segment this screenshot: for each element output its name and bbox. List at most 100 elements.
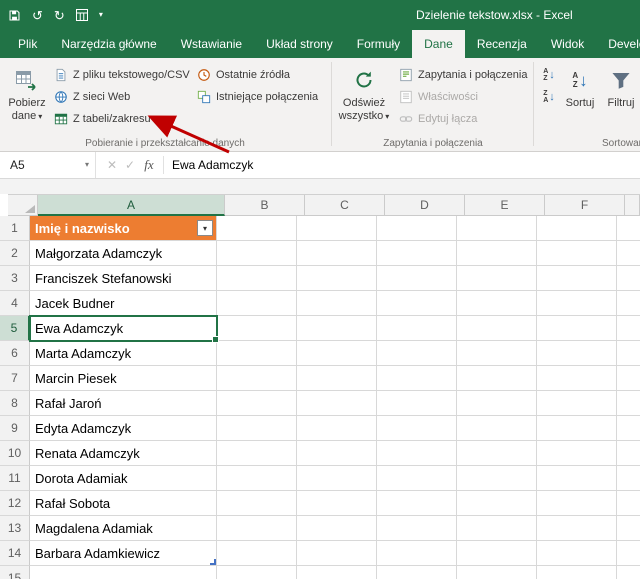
cells-b-f[interactable] bbox=[217, 566, 640, 579]
quick-access-toolbar: ↺ ↻ ▾ bbox=[8, 0, 103, 30]
cell[interactable]: Marta Adamczyk bbox=[30, 341, 217, 366]
sort-descending-button[interactable]: ZA ↓ bbox=[539, 87, 559, 107]
cell[interactable]: Jacek Budner bbox=[30, 291, 217, 316]
ribbon-tab-strip: Plik Narzędzia główne Wstawianie Układ s… bbox=[0, 30, 640, 58]
row-header[interactable]: 15 bbox=[0, 566, 30, 579]
cell[interactable]: Franciszek Stefanowski bbox=[30, 266, 217, 291]
cells-b-f[interactable] bbox=[217, 516, 640, 541]
sheet-row: 4 Jacek Budner bbox=[0, 291, 640, 316]
from-table-range-button[interactable]: Z tabeli/zakresu bbox=[53, 109, 151, 129]
row-header[interactable]: 6 bbox=[0, 341, 30, 366]
row-header[interactable]: 8 bbox=[0, 391, 30, 416]
cell[interactable]: Renata Adamczyk bbox=[30, 441, 217, 466]
from-web-button[interactable]: Z sieci Web bbox=[53, 87, 130, 107]
row-header[interactable]: 9 bbox=[0, 416, 30, 441]
row-header[interactable]: 13 bbox=[0, 516, 30, 541]
name-box-caret-icon[interactable]: ▾ bbox=[85, 152, 89, 178]
name-box[interactable]: A5 ▾ bbox=[0, 152, 96, 178]
existing-connections-button[interactable]: Istniejące połączenia bbox=[196, 87, 318, 107]
cell[interactable]: Magdalena Adamiak bbox=[30, 516, 217, 541]
cells-b-f[interactable] bbox=[217, 291, 640, 316]
tab-wstawianie[interactable]: Wstawianie bbox=[169, 30, 254, 58]
filter-button[interactable]: Filtruj bbox=[602, 61, 640, 110]
save-icon[interactable] bbox=[8, 9, 21, 22]
column-header-a[interactable]: A bbox=[38, 195, 225, 216]
cell[interactable]: Rafał Sobota bbox=[30, 491, 217, 516]
sort-button[interactable]: AZ ↓ Sortuj bbox=[559, 61, 601, 110]
cell[interactable] bbox=[30, 566, 217, 579]
cells-b-f[interactable] bbox=[217, 391, 640, 416]
cells-b-f[interactable] bbox=[217, 241, 640, 266]
tab-uklad-strony[interactable]: Układ strony bbox=[254, 30, 345, 58]
refresh-all-button[interactable]: Odśwież wszystko▾ bbox=[336, 61, 392, 123]
row-header[interactable]: 7 bbox=[0, 366, 30, 391]
sort-ascending-button[interactable]: AZ ↓ bbox=[539, 65, 559, 85]
row-header[interactable]: 11 bbox=[0, 466, 30, 491]
qat-customize-icon[interactable]: ▾ bbox=[99, 11, 103, 19]
cells-b-f[interactable] bbox=[217, 541, 640, 566]
sheet-grid: A B C D E F 1 Imię i nazwisko ▾ 2 Małgor… bbox=[0, 194, 640, 579]
from-text-csv-button[interactable]: Z pliku tekstowego/CSV bbox=[53, 65, 190, 85]
column-header-b[interactable]: B bbox=[225, 195, 305, 216]
cell[interactable]: Dorota Adamiak bbox=[30, 466, 217, 491]
cells-b-f[interactable] bbox=[217, 441, 640, 466]
filter-dropdown-button[interactable]: ▾ bbox=[197, 220, 213, 236]
cell[interactable]: Marcin Piesek bbox=[30, 366, 217, 391]
row-header[interactable]: 2 bbox=[0, 241, 30, 266]
column-header-c[interactable]: C bbox=[305, 195, 385, 216]
clock-icon bbox=[196, 68, 211, 83]
table-resize-handle[interactable] bbox=[210, 559, 216, 565]
row-header[interactable]: 12 bbox=[0, 491, 30, 516]
recent-sources-label: Ostatnie źródła bbox=[216, 69, 290, 81]
row-header[interactable]: 14 bbox=[0, 541, 30, 566]
tab-dane[interactable]: Dane bbox=[412, 30, 465, 58]
tab-formuly[interactable]: Formuły bbox=[345, 30, 412, 58]
row-header[interactable]: 5 bbox=[0, 316, 30, 341]
cell[interactable]: Barbara Adamkiewicz bbox=[30, 541, 217, 566]
row-header[interactable]: 10 bbox=[0, 441, 30, 466]
confirm-entry-icon[interactable]: ✓ bbox=[122, 152, 138, 178]
tab-narzedzia-glowne[interactable]: Narzędzia główne bbox=[49, 30, 168, 58]
cells-b-f[interactable] bbox=[217, 266, 640, 291]
undo-icon[interactable]: ↺ bbox=[32, 9, 43, 22]
formula-input[interactable]: Ewa Adamczyk bbox=[172, 152, 253, 178]
recent-sources-button[interactable]: Ostatnie źródła bbox=[196, 65, 290, 85]
cells-b-f[interactable] bbox=[217, 466, 640, 491]
cancel-entry-icon[interactable]: ✕ bbox=[104, 152, 120, 178]
sheet-row: 11 Dorota Adamiak bbox=[0, 466, 640, 491]
table-header-cell[interactable]: Imię i nazwisko ▾ bbox=[30, 216, 217, 241]
cells-b-f[interactable] bbox=[217, 366, 640, 391]
tab-developer[interactable]: Developer bbox=[596, 30, 640, 58]
cell[interactable]: Małgorzata Adamczyk bbox=[30, 241, 217, 266]
tab-recenzja[interactable]: Recenzja bbox=[465, 30, 539, 58]
row-header[interactable]: 1 bbox=[0, 216, 30, 241]
cell[interactable]: Edyta Adamczyk bbox=[30, 416, 217, 441]
redo-icon[interactable]: ↻ bbox=[54, 9, 65, 22]
cells-b-f[interactable] bbox=[217, 491, 640, 516]
column-header-partial[interactable] bbox=[625, 195, 640, 216]
tab-plik[interactable]: Plik bbox=[6, 30, 49, 58]
group-label-queries-connections: Zapytania i połączenia bbox=[336, 138, 530, 149]
cells-b-f[interactable] bbox=[217, 341, 640, 366]
select-all-button[interactable] bbox=[8, 195, 38, 216]
cell-text: Renata Adamczyk bbox=[35, 446, 140, 461]
from-table-range-label: Z tabeli/zakresu bbox=[73, 113, 151, 125]
insert-function-button[interactable]: fx bbox=[140, 152, 158, 178]
cells-b-f[interactable] bbox=[217, 316, 640, 341]
column-header-e[interactable]: E bbox=[465, 195, 545, 216]
row-header[interactable]: 3 bbox=[0, 266, 30, 291]
fill-handle[interactable] bbox=[212, 336, 219, 343]
cell[interactable]: Rafał Jaroń bbox=[30, 391, 217, 416]
sheet-row: 13 Magdalena Adamiak bbox=[0, 516, 640, 541]
column-header-f[interactable]: F bbox=[545, 195, 625, 216]
cells-b-f[interactable] bbox=[217, 216, 640, 241]
sheet-row: 3 Franciszek Stefanowski bbox=[0, 266, 640, 291]
touch-mode-icon[interactable] bbox=[76, 9, 88, 21]
queries-connections-button[interactable]: Zapytania i połączenia bbox=[398, 65, 527, 85]
column-header-d[interactable]: D bbox=[385, 195, 465, 216]
tab-widok[interactable]: Widok bbox=[539, 30, 596, 58]
selected-cell[interactable]: Ewa Adamczyk bbox=[30, 316, 217, 341]
cells-b-f[interactable] bbox=[217, 416, 640, 441]
get-data-button[interactable]: Pobierz dane▾ bbox=[3, 61, 51, 123]
row-header[interactable]: 4 bbox=[0, 291, 30, 316]
